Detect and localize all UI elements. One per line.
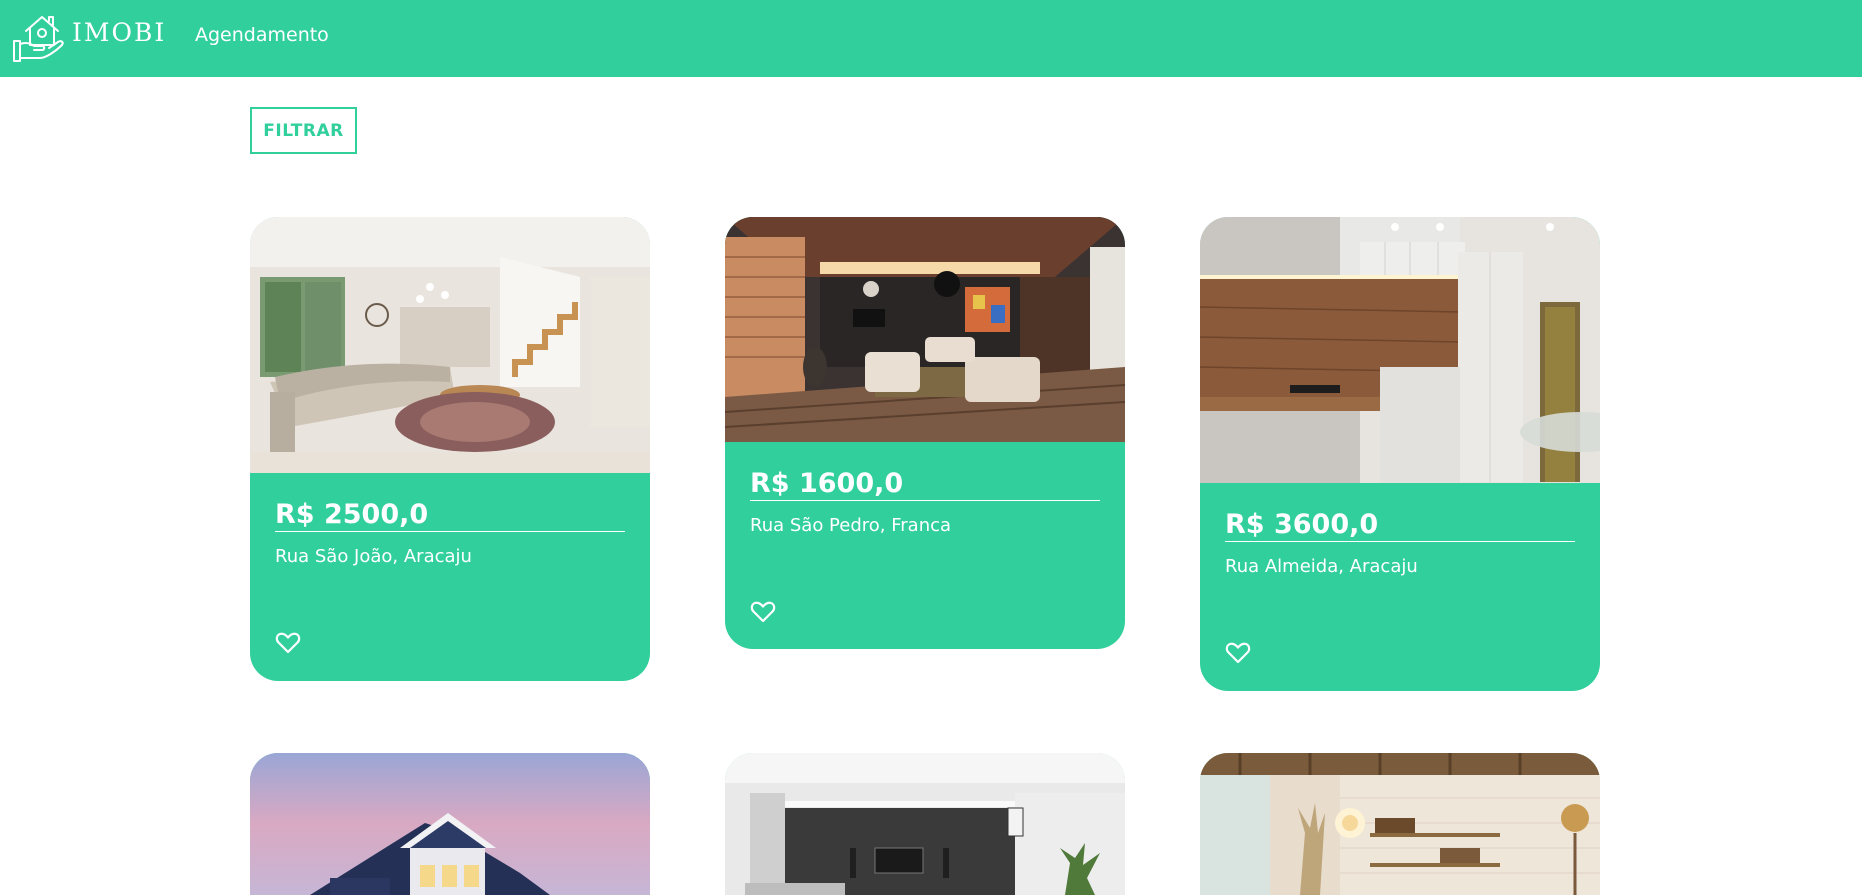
- heart-outline-icon[interactable]: [275, 631, 301, 655]
- listing-card[interactable]: R$ 2500,0 Rua São João, Aracaju: [250, 217, 650, 681]
- listing-card[interactable]: R$ 3600,0 Rua Almeida, Aracaju: [1200, 217, 1600, 691]
- listing-address: Rua São João, Aracaju: [275, 546, 472, 567]
- heart-outline-icon[interactable]: [1225, 641, 1251, 665]
- listing-info: R$ 1600,0 Rua São Pedro, Franca: [725, 442, 1125, 623]
- listing-photo: [250, 217, 650, 473]
- listing-photo: [1200, 753, 1600, 895]
- top-navbar: IMOBI Agendamento: [0, 0, 1862, 77]
- listing-card[interactable]: [1200, 753, 1600, 895]
- listing-card[interactable]: [250, 753, 650, 895]
- listing-info: R$ 2500,0 Rua São João, Aracaju: [250, 473, 650, 654]
- brand-logo[interactable]: IMOBI: [12, 10, 166, 62]
- listing-price: R$ 2500,0: [275, 499, 625, 532]
- listing-photo: [250, 753, 650, 895]
- nav-link-agendamento[interactable]: Agendamento: [195, 24, 329, 46]
- listing-address: Rua Almeida, Aracaju: [1225, 556, 1418, 577]
- heart-outline-icon[interactable]: [750, 600, 776, 624]
- house-hand-logo-icon: [13, 16, 64, 62]
- listing-address: Rua São Pedro, Franca: [750, 515, 952, 536]
- listing-photo: [725, 753, 1125, 895]
- listing-card[interactable]: [725, 753, 1125, 895]
- listing-price: R$ 3600,0: [1225, 509, 1575, 542]
- listing-price: R$ 1600,0: [750, 468, 1100, 501]
- listing-photo: [1200, 217, 1600, 483]
- filter-button[interactable]: FILTRAR: [250, 107, 357, 154]
- listing-photo: [725, 217, 1125, 442]
- brand-name: IMOBI: [72, 17, 167, 47]
- listing-info: R$ 3600,0 Rua Almeida, Aracaju: [1200, 483, 1600, 664]
- listing-card[interactable]: R$ 1600,0 Rua São Pedro, Franca: [725, 217, 1125, 649]
